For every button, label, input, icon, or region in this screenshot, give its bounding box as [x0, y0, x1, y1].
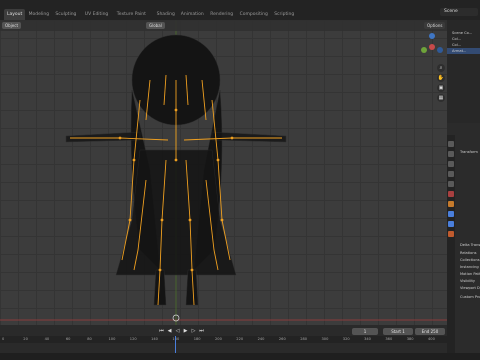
panel-collections[interactable]: Collections	[460, 258, 480, 262]
panel-motion-paths[interactable]: Motion Paths	[460, 272, 480, 276]
gizmo-z-axis[interactable]	[429, 33, 435, 39]
ruler-tick-label: 80	[87, 337, 92, 341]
ruler-tick-label: 400	[428, 337, 435, 341]
workspace-tab-modeling[interactable]: Modeling	[26, 9, 52, 20]
ruler-tick-label: 260	[278, 337, 286, 341]
play-icon[interactable]: ▶	[182, 328, 189, 335]
3d-viewport[interactable]	[0, 20, 447, 325]
mode-label: Object	[5, 23, 19, 28]
panel-viewport-display[interactable]: Viewport Display	[460, 286, 480, 290]
ruler-tick-label: 40	[44, 337, 50, 341]
play-reverse-icon[interactable]: ◁	[174, 328, 181, 335]
workspace-tab-scripting[interactable]: Scripting	[271, 9, 297, 20]
ruler-tick-label: 0	[2, 337, 5, 341]
modifier-tab-icon[interactable]	[448, 211, 454, 217]
tool-tab-icon[interactable]	[448, 141, 454, 147]
ruler-tick-label: 320	[342, 337, 350, 341]
jump-end-icon[interactable]: ⏭	[198, 328, 205, 335]
workspace-tab-animation[interactable]: Animation	[178, 9, 207, 20]
ruler-tick-label: 120	[129, 337, 137, 341]
ruler-tick-label: 380	[406, 337, 414, 341]
workspace-tab-sculpting[interactable]: Sculpting	[52, 9, 79, 20]
pan-hand-icon[interactable]: ✋	[437, 74, 445, 82]
panel-visibility[interactable]: Visibility	[460, 279, 475, 283]
mode-dropdown[interactable]: Object	[2, 22, 22, 29]
orientation-dropdown[interactable]: Global	[146, 22, 165, 29]
ruler-tick-label: 60	[65, 337, 71, 341]
workspace-tab-rendering[interactable]: Rendering	[207, 9, 236, 20]
grid-icon[interactable]: ▦	[437, 94, 445, 102]
workspace-tab-compositing[interactable]: Compositing	[237, 9, 271, 20]
panel-custom-properties[interactable]: Custom Properties	[460, 295, 480, 299]
start-value: 1	[402, 329, 405, 334]
arm-right-mesh	[211, 131, 287, 143]
start-label: Start	[391, 329, 401, 334]
workspace-tab-layout[interactable]: Layout	[4, 9, 26, 20]
gizmo-neg-z[interactable]	[437, 47, 443, 53]
panel-delta-transform[interactable]: Delta Transform	[460, 243, 480, 247]
options-label: Options	[427, 23, 443, 28]
panel-instancing[interactable]: Instancing	[460, 265, 479, 269]
end-label: End	[421, 329, 430, 334]
world-tab-icon[interactable]	[448, 191, 454, 197]
start-frame-field[interactable]: Start 1	[383, 328, 413, 335]
render-tab-icon[interactable]	[448, 151, 454, 157]
options-dropdown[interactable]: Options	[424, 22, 446, 29]
orientation-label: Global	[149, 23, 162, 28]
jump-start-icon[interactable]: ⏮	[158, 328, 165, 335]
properties-tabs	[447, 135, 455, 360]
current-frame-value: 1	[363, 329, 367, 334]
scene-render	[0, 20, 447, 325]
end-value: 250	[430, 329, 439, 334]
arm-left-mesh	[65, 131, 141, 143]
ruler-tick-label: 180	[193, 337, 201, 341]
camera-icon[interactable]: ▣	[437, 84, 445, 92]
gizmo-x-axis[interactable]	[429, 44, 435, 50]
panel-transform[interactable]: Transform	[460, 150, 478, 154]
output-tab-icon[interactable]	[448, 161, 454, 167]
keyframe-next-icon[interactable]: ▷	[190, 328, 197, 335]
object-tab-icon[interactable]	[448, 201, 454, 207]
ruler-tick-label: 220	[236, 337, 244, 341]
ruler-tick-label: 240	[257, 337, 265, 341]
ruler-tick-label: 140	[151, 337, 158, 341]
ruler-tick-label: 360	[385, 337, 393, 341]
workspace-tab-uv-editing[interactable]: UV Editing	[82, 9, 111, 20]
viewport-header: Object Global Options	[0, 20, 447, 31]
status-bar	[0, 353, 480, 360]
ruler-tick-label: 280	[300, 337, 308, 341]
ruler-tick-label: 200	[215, 337, 222, 341]
ruler-tick-label: 100	[108, 337, 116, 341]
view-layer-tab-icon[interactable]	[448, 171, 454, 177]
keyframe-prev-icon[interactable]: ◀	[166, 328, 173, 335]
scene-tab-icon[interactable]	[448, 181, 454, 187]
outliner[interactable]: Scene Co... Col... Col... Armat...	[447, 20, 480, 123]
physics-tab-icon[interactable]	[448, 221, 454, 227]
gizmo-y-axis[interactable]	[421, 47, 427, 53]
end-frame-field[interactable]: End 250	[415, 328, 445, 335]
current-frame-field[interactable]: 1	[352, 328, 378, 335]
zoom-icon[interactable]: ⌕	[437, 64, 445, 72]
workspace-tab-texture-paint[interactable]: Texture Paint	[114, 9, 149, 20]
workspace-tab-shading[interactable]: Shading	[154, 9, 178, 20]
armature-data-tab-icon[interactable]	[448, 231, 454, 237]
ruler-tick-label: 300	[321, 337, 329, 341]
panel-relations[interactable]: Relations	[460, 251, 477, 255]
outliner-row-armature[interactable]: Armat...	[447, 48, 480, 54]
scene-selector[interactable]: Scene	[440, 8, 478, 16]
scene-name: Scene	[444, 9, 458, 14]
ruler-tick-label: 340	[364, 337, 371, 341]
ruler-tick-label: 20	[23, 337, 28, 341]
character-mesh	[65, 34, 287, 306]
